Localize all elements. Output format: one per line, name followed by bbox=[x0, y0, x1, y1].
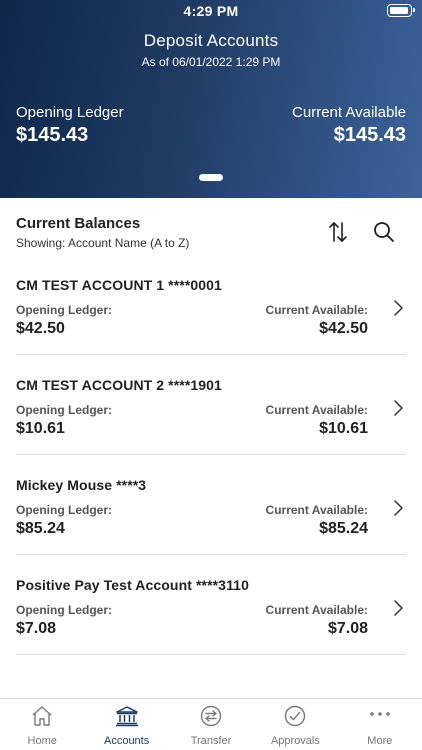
tab-accounts[interactable]: Accounts bbox=[84, 699, 168, 750]
current-available-label: Current Available: bbox=[265, 503, 368, 517]
search-icon bbox=[374, 222, 394, 242]
chevron-right-icon bbox=[394, 300, 403, 316]
account-list: CM TEST ACCOUNT 1 ****0001 Opening Ledge… bbox=[0, 255, 422, 655]
section-title: Current Balances bbox=[16, 215, 141, 232]
current-available-total: $145.43 bbox=[333, 124, 406, 146]
battery-icon bbox=[387, 4, 415, 17]
sort-description: Showing: Account Name (A to Z) bbox=[16, 236, 190, 250]
tab-approvals[interactable]: Approvals bbox=[253, 699, 337, 750]
bank-icon bbox=[115, 706, 138, 727]
opening-ledger-label: Opening Ledger: bbox=[16, 403, 112, 417]
tab-home[interactable]: Home bbox=[0, 699, 84, 750]
current-available-value: $7.08 bbox=[327, 620, 368, 637]
current-available-value: $10.61 bbox=[319, 420, 368, 437]
transfer-icon bbox=[200, 705, 222, 727]
opening-ledger-label: Opening Ledger bbox=[16, 104, 124, 121]
check-circle-icon bbox=[285, 705, 306, 727]
chevron-right-icon bbox=[394, 500, 403, 516]
account-name: Positive Pay Test Account ****3110 bbox=[16, 577, 249, 593]
current-available-label: Current Available: bbox=[265, 403, 368, 417]
tab-label: Approvals bbox=[270, 735, 320, 747]
status-time: 4:29 PM bbox=[183, 3, 239, 19]
opening-ledger-label: Opening Ledger: bbox=[16, 503, 112, 517]
current-available-label: Current Available: bbox=[265, 303, 368, 317]
opening-ledger-value: $85.24 bbox=[16, 520, 65, 537]
current-balances-section: Current Balances Showing: Account Name (… bbox=[0, 198, 422, 698]
current-available-value: $85.24 bbox=[319, 520, 368, 537]
status-bar: 4:29 PM bbox=[0, 3, 422, 21]
opening-ledger-label: Opening Ledger: bbox=[16, 303, 112, 317]
tab-transfer[interactable]: Transfer bbox=[169, 699, 253, 750]
divider bbox=[16, 654, 406, 655]
page-title: Deposit Accounts bbox=[143, 31, 279, 50]
tab-label: Transfer bbox=[190, 735, 232, 747]
chevron-right-icon bbox=[394, 400, 403, 416]
account-name: CM TEST ACCOUNT 2 ****1901 bbox=[16, 377, 222, 393]
as-of-date: As of 06/01/2022 1:29 PM bbox=[141, 55, 281, 69]
current-available-label: Current Available bbox=[292, 104, 406, 121]
current-available-label: Current Available: bbox=[265, 603, 368, 617]
opening-ledger-value: $7.08 bbox=[16, 620, 57, 637]
account-name: Mickey Mouse ****3 bbox=[16, 477, 147, 493]
tab-label: Accounts bbox=[103, 735, 150, 747]
current-available-value: $42.50 bbox=[319, 320, 368, 337]
tab-label: More bbox=[367, 735, 393, 747]
account-row[interactable]: Mickey Mouse ****3 Opening Ledger: $85.2… bbox=[0, 455, 422, 555]
tab-bar: Home Accounts Transfer Approvals More bbox=[0, 698, 422, 750]
header-banner: 4:29 PM Deposit Accounts As of 06/01/202… bbox=[0, 0, 422, 198]
page-indicator[interactable] bbox=[199, 174, 223, 181]
search-button[interactable] bbox=[372, 220, 396, 244]
sort-icon bbox=[329, 222, 347, 242]
tab-label: Home bbox=[27, 735, 57, 747]
account-row[interactable]: CM TEST ACCOUNT 2 ****1901 Opening Ledge… bbox=[0, 355, 422, 455]
account-row[interactable]: CM TEST ACCOUNT 1 ****0001 Opening Ledge… bbox=[0, 255, 422, 355]
account-row[interactable]: Positive Pay Test Account ****3110 Openi… bbox=[0, 555, 422, 655]
opening-ledger-value: $10.61 bbox=[16, 420, 65, 437]
account-name: CM TEST ACCOUNT 1 ****0001 bbox=[16, 277, 222, 293]
opening-ledger-label: Opening Ledger: bbox=[16, 603, 112, 617]
opening-ledger-total: $145.43 bbox=[16, 124, 89, 146]
tab-more[interactable]: More bbox=[338, 699, 422, 750]
sort-button[interactable] bbox=[326, 220, 350, 244]
more-icon bbox=[370, 712, 390, 716]
chevron-right-icon bbox=[394, 600, 403, 616]
opening-ledger-value: $42.50 bbox=[16, 320, 65, 337]
home-icon bbox=[32, 706, 52, 726]
